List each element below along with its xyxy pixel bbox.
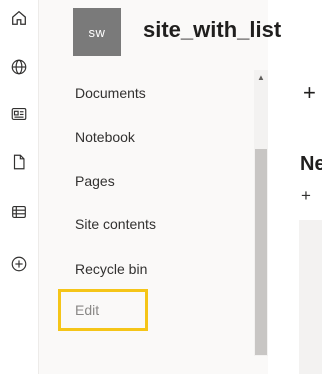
site-title[interactable]: site_with_list	[143, 17, 281, 43]
sharepoint-window: sw site_with_list Documents Notebook Pag…	[0, 0, 322, 374]
edit-nav-link[interactable]: Edit	[58, 289, 148, 331]
home-button[interactable]	[0, 2, 38, 34]
add-icon	[11, 256, 27, 272]
sites-button[interactable]	[0, 51, 38, 83]
new-command-button[interactable]: +	[303, 80, 316, 106]
news-icon	[11, 108, 27, 120]
nav-scrollbar-thumb[interactable]	[255, 149, 267, 355]
nav-item-recycle-bin[interactable]: Recycle bin	[75, 261, 147, 277]
section-add-button[interactable]: +	[301, 186, 311, 206]
app-bar	[0, 0, 39, 374]
scroll-up-icon[interactable]: ▲	[254, 70, 268, 84]
document-icon	[13, 154, 25, 170]
edit-nav-label: Edit	[75, 302, 100, 318]
nav-item-site-contents[interactable]: Site contents	[75, 216, 156, 232]
nav-item-pages[interactable]: Pages	[75, 173, 115, 189]
home-icon	[12, 10, 26, 25]
nav-item-notebook[interactable]: Notebook	[75, 129, 135, 145]
globe-icon	[11, 59, 27, 75]
news-button[interactable]	[0, 98, 38, 130]
files-button[interactable]	[0, 146, 38, 178]
site-logo-initials: sw	[88, 24, 106, 40]
content-panel	[299, 220, 322, 374]
create-button[interactable]	[0, 248, 38, 280]
list-icon	[12, 206, 26, 218]
nav-item-documents[interactable]: Documents	[75, 85, 146, 101]
section-title: Ne	[300, 153, 322, 175]
site-logo[interactable]: sw	[73, 8, 121, 56]
lists-button[interactable]	[0, 196, 38, 228]
